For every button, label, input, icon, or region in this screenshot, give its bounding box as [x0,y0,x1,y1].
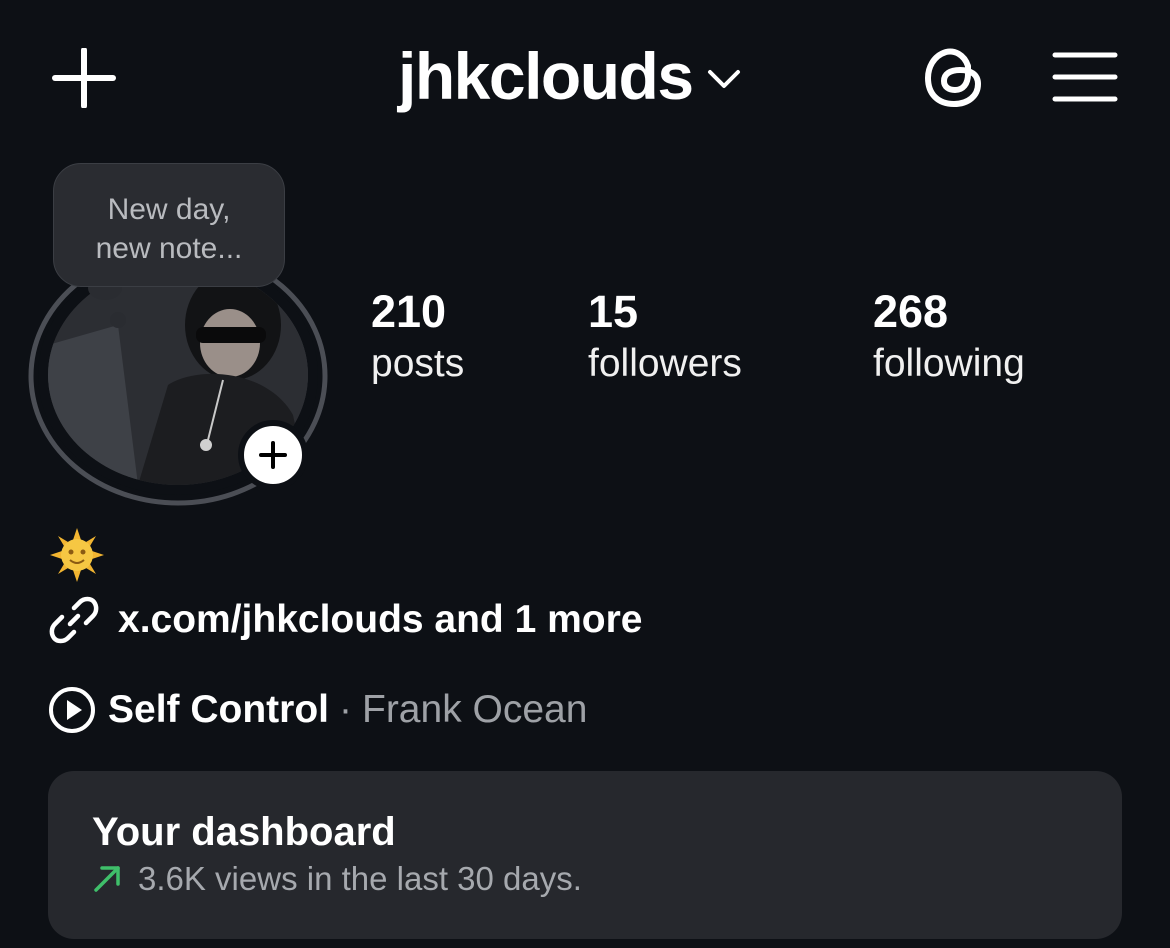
dashboard-subtitle: 3.6K views in the last 30 days. [92,860,582,898]
music-separator: · [339,688,352,731]
plus-icon [259,441,287,469]
stat-followers[interactable]: 15 followers [588,286,742,390]
dashboard-title: Your dashboard [92,810,396,854]
note-text-line2: new note... [95,232,243,265]
link-icon [49,596,99,644]
note-text-line1: New day, [107,193,231,226]
hamburger-menu-icon[interactable] [1052,50,1118,104]
account-switcher[interactable]: jhkclouds [398,38,741,114]
stat-posts[interactable]: 210 posts [371,286,464,390]
note-bubble[interactable]: New day, new note... [53,163,285,287]
profile-music[interactable]: Self Control · Frank Ocean [48,686,587,734]
dashboard-card[interactable] [48,771,1122,939]
dashboard-views-text: 3.6K views in the last 30 days. [138,860,582,897]
trend-up-icon [94,866,120,892]
add-story-button[interactable] [238,420,308,490]
threads-icon[interactable] [922,44,986,110]
posts-count: 210 [371,286,447,337]
following-label: following [873,342,1025,385]
bio-link[interactable]: x.com/jhkclouds and 1 more [48,594,642,646]
username: jhkclouds [398,39,694,113]
play-icon [49,687,95,733]
followers-label: followers [588,342,742,385]
bio-link-text: x.com/jhkclouds and 1 more [118,598,643,641]
sun-with-face-emoji [50,528,104,582]
posts-label: posts [371,342,465,385]
followers-count: 15 [588,286,639,337]
note-bubble-tail-dot [110,312,126,328]
song-title: Self Control [108,688,329,731]
plus-icon[interactable] [52,48,116,108]
following-count: 268 [873,286,949,337]
stat-following[interactable]: 268 following [873,286,1025,390]
song-artist: Frank Ocean [362,688,588,731]
chevron-down-icon [707,70,740,88]
